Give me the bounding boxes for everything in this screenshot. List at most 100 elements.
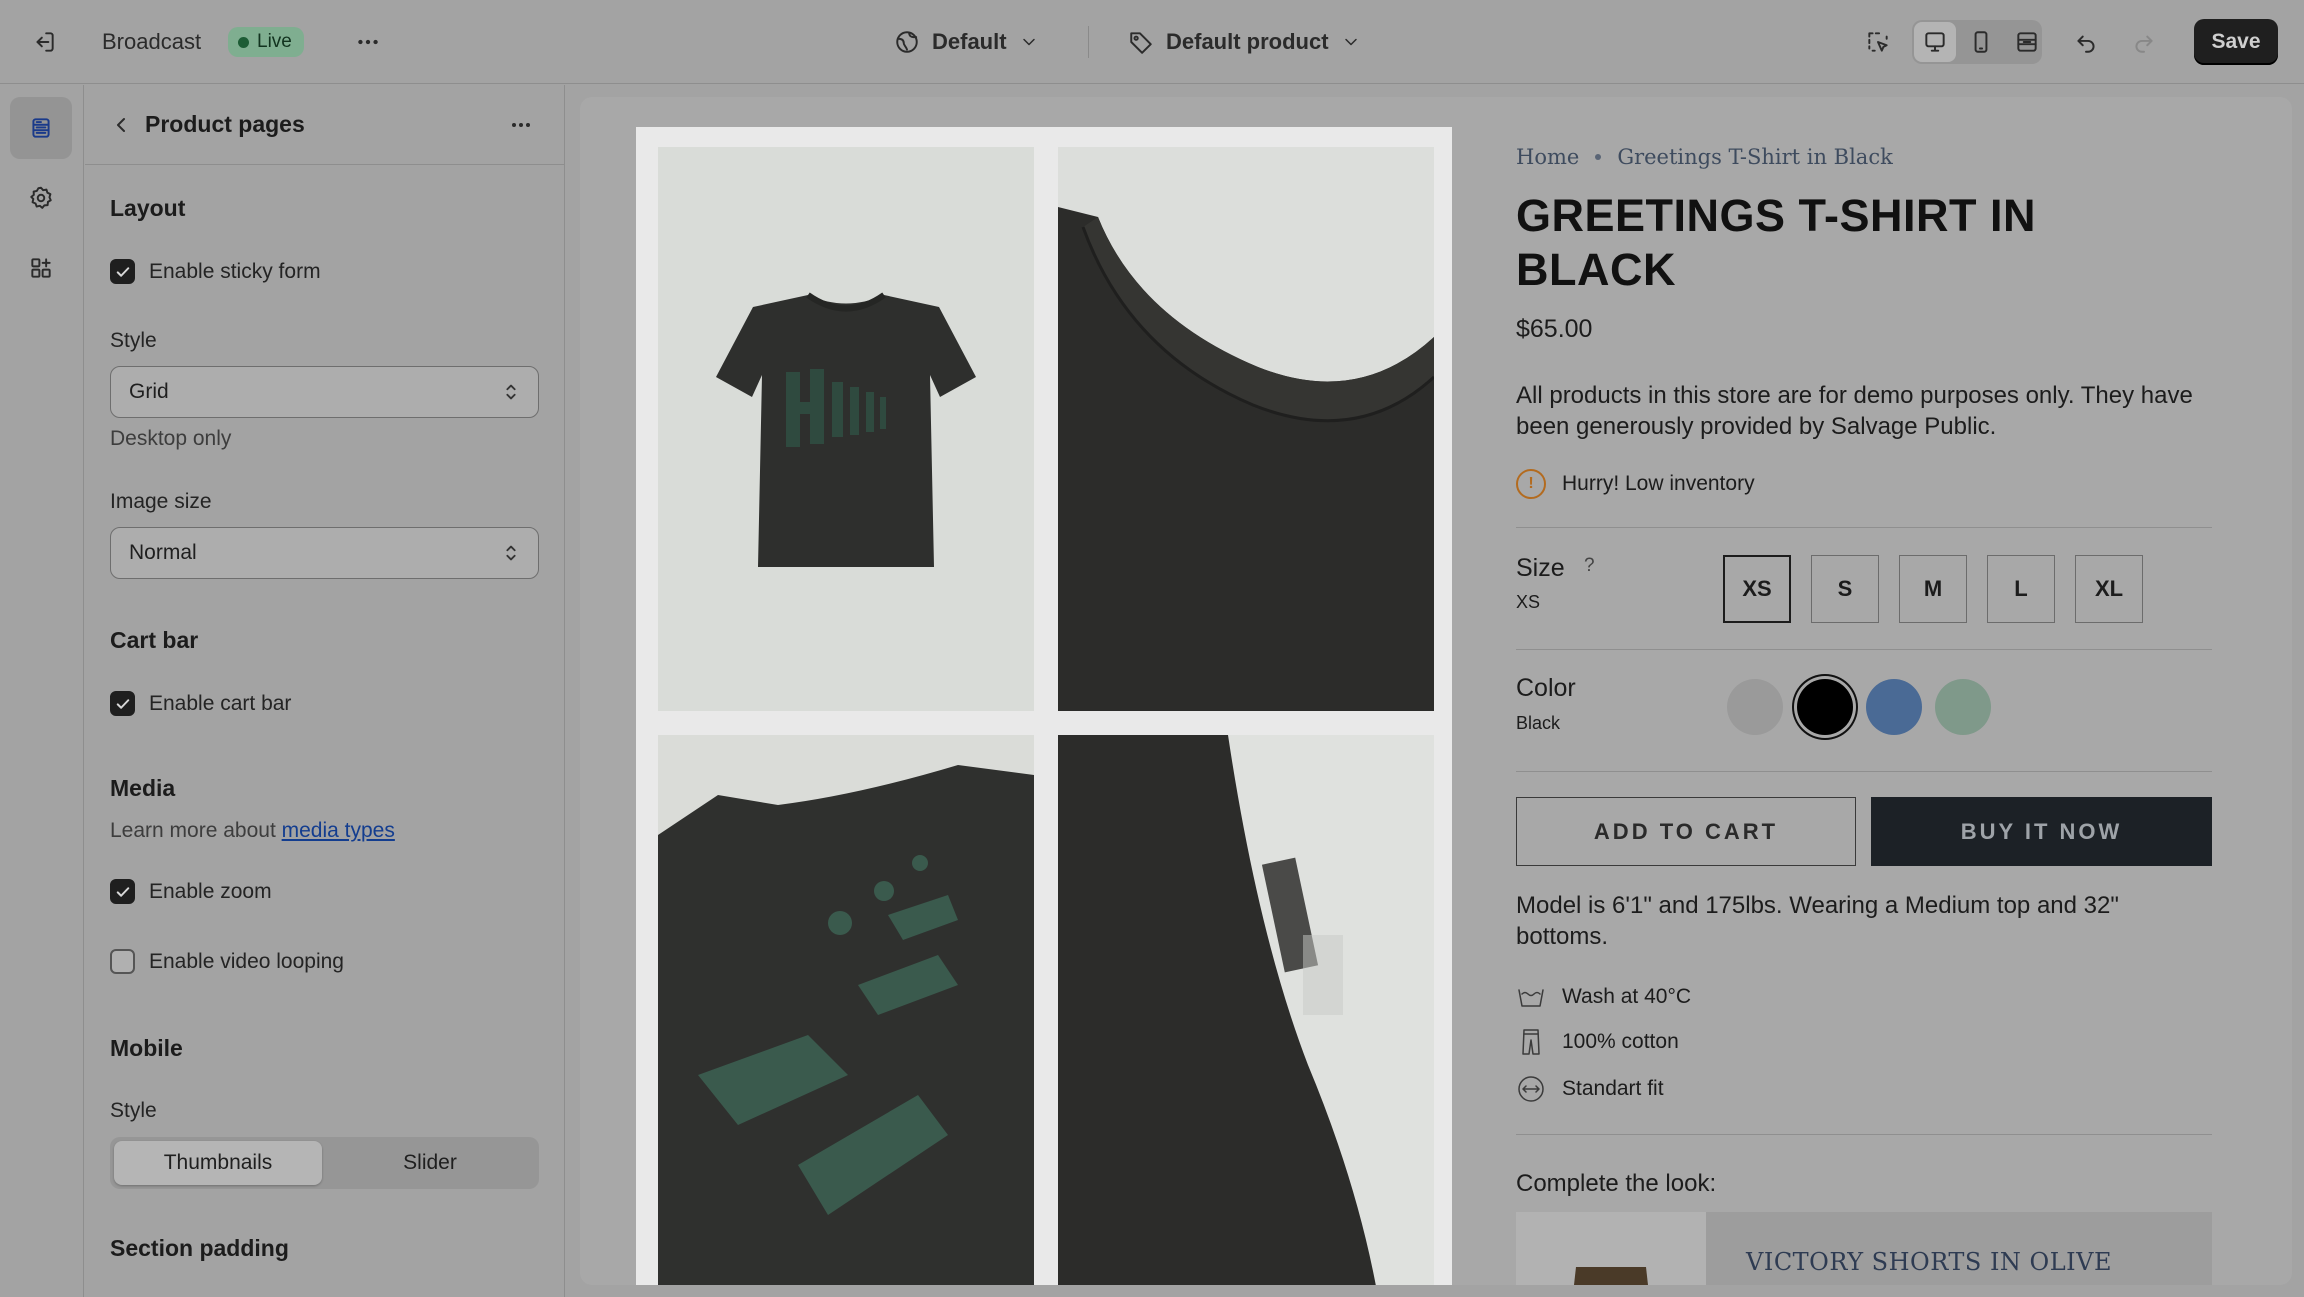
buy-now-button[interactable]: BUY IT NOW — [1871, 797, 2212, 866]
size-option-s[interactable]: S — [1811, 555, 1879, 623]
complete-look-card[interactable]: VICTORY SHORTS IN OLIVE — [1516, 1212, 2212, 1285]
more-actions-button[interactable] — [348, 0, 388, 84]
feature-wash-text: Wash at 40°C — [1562, 985, 1692, 1008]
complete-look-thumbnail — [1516, 1212, 1706, 1285]
exit-button[interactable] — [24, 0, 64, 84]
mobile-style-slider[interactable]: Slider — [326, 1141, 534, 1185]
chevron-down-icon — [1344, 38, 1357, 46]
size-option-xl[interactable]: XL — [2075, 555, 2143, 623]
media-types-link[interactable]: media types — [282, 819, 395, 842]
media-learn-more: Learn more about media types — [110, 819, 395, 843]
divider — [1516, 527, 2212, 528]
product-photo-print[interactable] — [658, 735, 1034, 1285]
more-horizontal-icon — [348, 22, 388, 62]
apps-icon — [31, 258, 51, 278]
theme-select[interactable]: Default — [894, 0, 1039, 84]
mobile-style-segmented: Thumbnails Slider — [110, 1137, 539, 1189]
inventory-text: Hurry! Low inventory — [1562, 472, 1755, 495]
app-name: Broadcast — [102, 29, 202, 54]
template-select[interactable]: Default product — [1128, 0, 1361, 84]
mobile-icon — [1961, 22, 2001, 62]
product-photo-front[interactable] — [658, 147, 1034, 711]
style-select[interactable]: Grid — [110, 366, 539, 418]
add-to-cart-button[interactable]: ADD TO CART — [1516, 797, 1856, 866]
storefront-canvas: Home Greetings T-Shirt in Black GREETING… — [580, 97, 2292, 1285]
zoom-checkbox[interactable] — [110, 879, 135, 904]
sticky-form-label: Enable sticky form — [149, 259, 321, 283]
product-info: Home Greetings T-Shirt in Black GREETING… — [1516, 97, 2216, 1285]
gear-icon — [30, 186, 52, 209]
divider — [1516, 649, 2212, 650]
breadcrumb-home-link[interactable]: Home — [1516, 145, 1579, 169]
sticky-form-checkbox-row[interactable]: Enable sticky form — [110, 259, 321, 284]
color-label: Color — [1516, 674, 1576, 702]
size-label: Size — [1516, 554, 1565, 582]
inspector-button[interactable] — [1858, 0, 1898, 84]
color-swatch-grey[interactable] — [1727, 679, 1783, 735]
feature-fit-text: Standart fit — [1562, 1077, 1664, 1100]
select-cursor-icon — [1858, 22, 1898, 62]
media-learn-prefix: Learn more about — [110, 819, 276, 842]
product-price: $65.00 — [1516, 315, 1593, 343]
fullwidth-view-button[interactable] — [2007, 0, 2047, 84]
image-size-select[interactable]: Normal — [110, 527, 539, 579]
size-option-xs[interactable]: XS — [1723, 555, 1791, 623]
divider — [1516, 1134, 2212, 1135]
sections-nav-button[interactable] — [10, 97, 72, 159]
mobile-view-button[interactable] — [1961, 0, 2001, 84]
tag-icon — [1130, 32, 1152, 54]
redo-icon — [2124, 22, 2164, 62]
desktop-icon — [1915, 22, 1955, 62]
cart-bar-checkbox[interactable] — [110, 691, 135, 716]
cart-bar-checkbox-row[interactable]: Enable cart bar — [110, 691, 291, 716]
select-arrows-icon — [506, 384, 516, 400]
product-description: All products in this store are for demo … — [1516, 382, 2193, 440]
size-option-m[interactable]: M — [1899, 555, 1967, 623]
cotton-icon — [1522, 1029, 1540, 1055]
select-arrows-icon — [506, 545, 516, 561]
size-guide-icon[interactable]: ? — [1584, 555, 1595, 577]
color-selected-value: Black — [1516, 713, 1561, 733]
theme-settings-nav-button[interactable] — [10, 167, 72, 229]
check-icon — [116, 266, 129, 277]
fit-icon — [1518, 1076, 1544, 1102]
complete-look-item-name: VICTORY SHORTS IN OLIVE — [1746, 1248, 2112, 1276]
apps-nav-button[interactable] — [10, 237, 72, 299]
size-selected-value: XS — [1516, 592, 1541, 612]
sections-icon — [32, 118, 50, 138]
style-label: Style — [110, 329, 157, 352]
left-rail — [0, 85, 84, 1297]
desktop-view-button[interactable] — [1915, 0, 1955, 84]
product-photo-label[interactable] — [1058, 735, 1434, 1285]
divider — [1516, 771, 2212, 772]
size-option-l[interactable]: L — [1987, 555, 2055, 623]
status-badge-label: Live — [257, 31, 292, 52]
video-looping-checkbox-row[interactable]: Enable video looping — [110, 949, 344, 974]
cart-bar-section-title: Cart bar — [110, 627, 199, 653]
color-swatch-green[interactable] — [1935, 679, 1991, 735]
topbar-divider — [1088, 26, 1089, 58]
zoom-label: Enable zoom — [149, 879, 272, 903]
video-looping-checkbox[interactable] — [110, 949, 135, 974]
video-looping-label: Enable video looping — [149, 949, 344, 973]
inventory-notice: ! Hurry! Low inventory — [1516, 469, 1755, 499]
zoom-checkbox-row[interactable]: Enable zoom — [110, 879, 272, 904]
product-photo-collar[interactable] — [1058, 147, 1434, 711]
redo-button[interactable] — [2124, 0, 2164, 84]
color-swatch-blue[interactable] — [1866, 679, 1922, 735]
breadcrumb-separator — [1595, 154, 1602, 160]
back-button[interactable] — [103, 107, 139, 143]
layout-section-title: Layout — [110, 195, 186, 221]
save-button[interactable]: Save — [2194, 19, 2278, 65]
feature-wash: Wash at 40°C — [1516, 982, 1691, 1012]
exit-icon — [24, 22, 64, 62]
color-swatch-black[interactable] — [1797, 679, 1853, 735]
panel-more-button[interactable] — [503, 107, 539, 143]
product-title: GREETINGS T-SHIRT IN BLACK — [1516, 190, 2037, 295]
undo-button[interactable] — [2066, 0, 2106, 84]
sticky-form-checkbox[interactable] — [110, 259, 135, 284]
mobile-style-thumbnails[interactable]: Thumbnails — [114, 1141, 322, 1185]
template-select-label: Default product — [1166, 29, 1329, 54]
chevron-down-icon — [1022, 38, 1035, 46]
feature-fit: Standart fit — [1516, 1074, 1664, 1104]
